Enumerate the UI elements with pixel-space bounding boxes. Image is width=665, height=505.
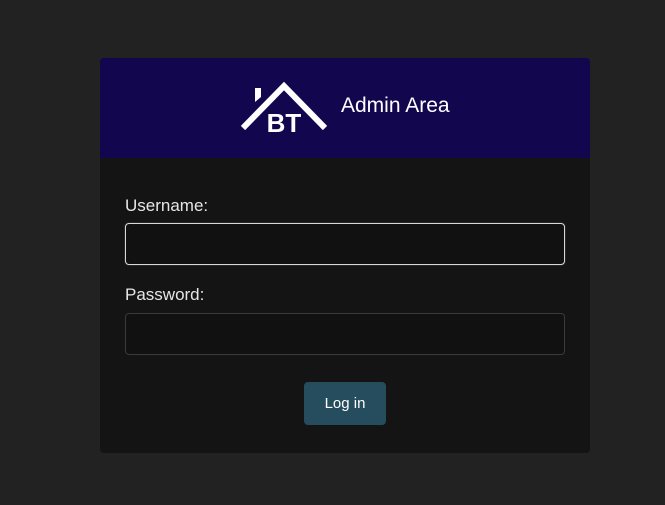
password-input[interactable]	[125, 313, 565, 355]
login-card: BT Admin Area Username: Password: Log in	[100, 58, 590, 453]
svg-text:BT: BT	[267, 108, 302, 138]
username-label: Username:	[125, 196, 209, 215]
page-title: Admin Area	[341, 94, 450, 117]
bt-house-logo-icon: BT	[240, 81, 328, 138]
username-input[interactable]	[125, 223, 565, 265]
password-label: Password:	[125, 285, 205, 304]
login-button[interactable]: Log in	[304, 382, 386, 425]
card-header: BT Admin Area	[100, 58, 590, 158]
